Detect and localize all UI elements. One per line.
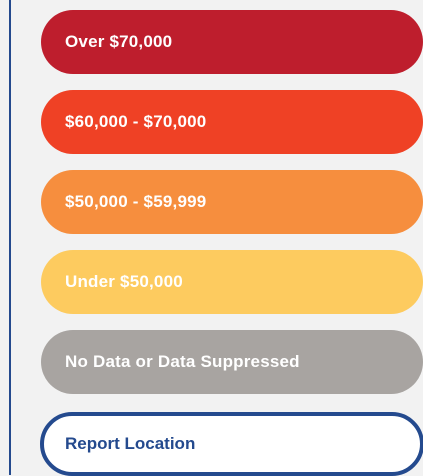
legend-item-no-data[interactable]: No Data or Data Suppressed	[41, 330, 423, 394]
legend-item-label: $50,000 - $59,999	[65, 192, 207, 211]
left-border-rule	[9, 0, 11, 475]
legend-item-60000-70000[interactable]: $60,000 - $70,000	[41, 90, 423, 154]
legend-item-label: Over $70,000	[65, 32, 173, 51]
income-legend: Over $70,000 $60,000 - $70,000 $50,000 -…	[41, 10, 423, 410]
legend-item-under-50000[interactable]: Under $50,000	[41, 250, 423, 314]
report-location-label: Report Location	[65, 434, 196, 453]
legend-item-over-70000[interactable]: Over $70,000	[41, 10, 423, 74]
legend-item-label: Under $50,000	[65, 272, 183, 291]
legend-item-label: No Data or Data Suppressed	[65, 352, 300, 371]
report-location-button[interactable]: Report Location	[40, 412, 423, 476]
legend-item-label: $60,000 - $70,000	[65, 112, 207, 131]
legend-item-50000-59999[interactable]: $50,000 - $59,999	[41, 170, 423, 234]
